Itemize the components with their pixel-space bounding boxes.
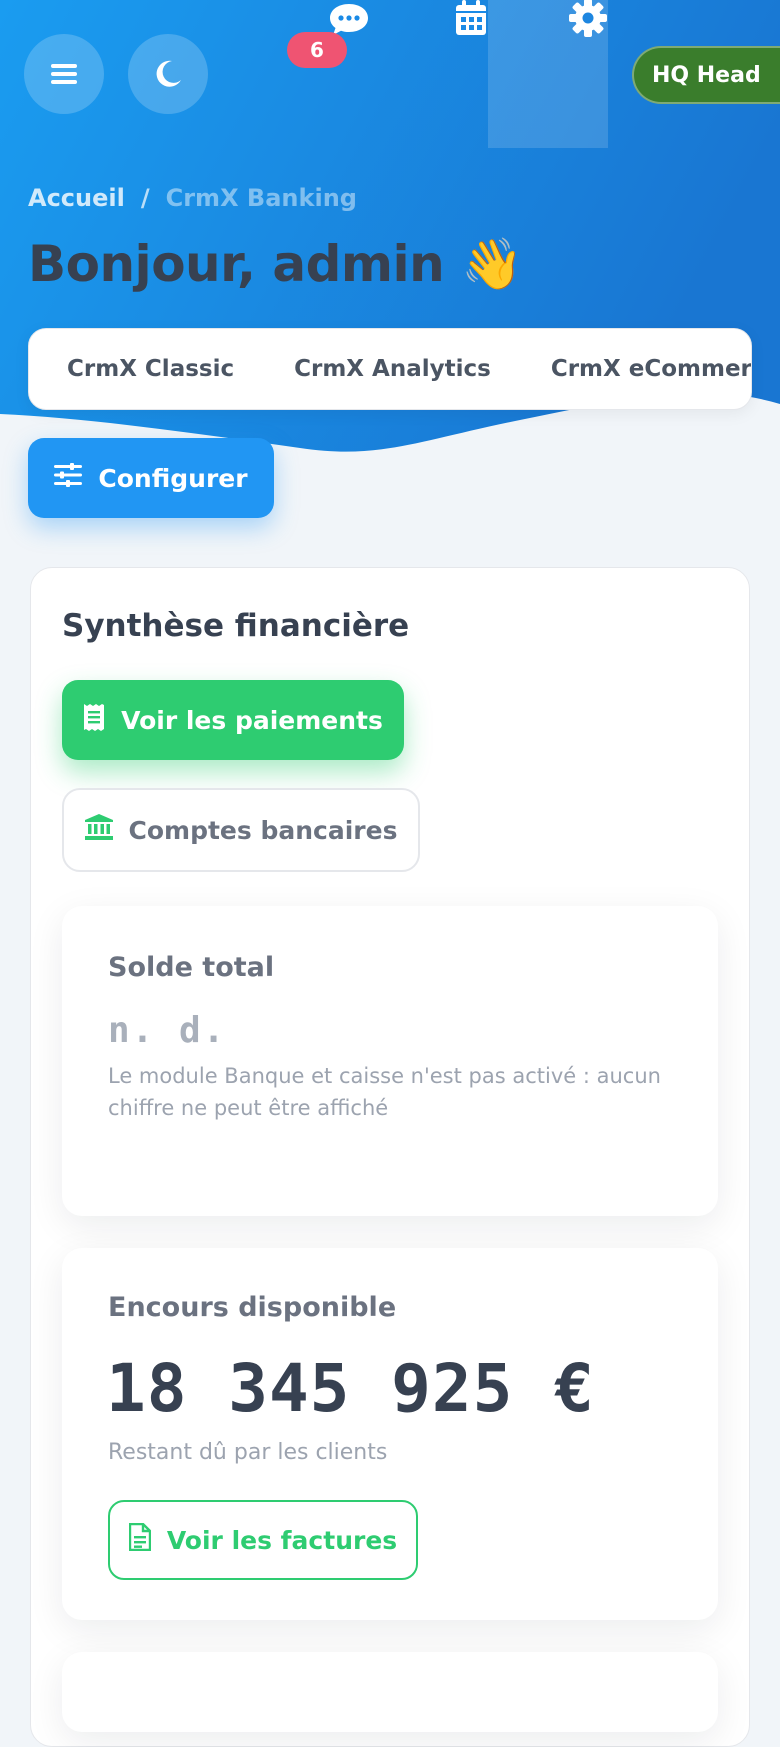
configure-label: Configurer: [98, 463, 248, 493]
total-balance-note: Le module Banque et caisse n'est pas act…: [108, 1064, 661, 1120]
view-invoices-label: Voir les factures: [166, 1525, 398, 1555]
breadcrumb-separator: /: [140, 184, 150, 212]
outstanding-value: 18 345 925 €: [106, 1350, 595, 1427]
receipt-icon: [83, 703, 105, 737]
tab-crmx-ecommerce[interactable]: CrmX eCommerce: [551, 356, 751, 382]
total-balance-value: n. d.: [108, 1010, 227, 1051]
tab-crmx-classic[interactable]: CrmX Classic: [67, 356, 234, 382]
total-balance-card: Solde total n. d. Le module Banque et ca…: [62, 906, 718, 1216]
gear-icon: [568, 0, 608, 42]
bank-accounts-button[interactable]: Comptes bancaires: [62, 788, 420, 872]
outstanding-subtitle: Restant dû par les clients: [108, 1440, 388, 1465]
section-title: Synthèse financière: [62, 608, 410, 644]
top-bar: 6 HQ Head: [0, 0, 780, 150]
view-payments-button[interactable]: Voir les paiements: [62, 680, 404, 760]
notification-badge[interactable]: 6: [287, 32, 347, 68]
dashboard-tabs: CrmX Classic CrmX Analytics CrmX eCommer…: [28, 328, 752, 410]
settings-button[interactable]: [568, 0, 608, 40]
outstanding-label: Encours disponible: [108, 1292, 397, 1323]
calendar-button[interactable]: [452, 0, 490, 40]
sliders-icon: [54, 463, 83, 493]
total-balance-label: Solde total: [108, 952, 275, 983]
entity-selector[interactable]: HQ Head: [632, 46, 780, 104]
page-title: Bonjour, admin 👋: [28, 235, 523, 293]
view-invoices-button[interactable]: Voir les factures: [108, 1500, 418, 1580]
moon-icon: [153, 59, 183, 89]
invoice-icon: [128, 1522, 152, 1557]
bank-accounts-label: Comptes bancaires: [128, 815, 398, 845]
menu-button[interactable]: [24, 34, 104, 114]
theme-toggle-button[interactable]: [128, 34, 208, 114]
configure-button[interactable]: Configurer: [28, 438, 274, 518]
hamburger-icon: [51, 63, 77, 85]
breadcrumb-home[interactable]: Accueil: [28, 184, 125, 212]
outstanding-card: Encours disponible 18 345 925 € Restant …: [62, 1248, 718, 1620]
tab-crmx-analytics[interactable]: CrmX Analytics: [294, 356, 491, 382]
calendar-icon: [454, 0, 488, 41]
breadcrumb: Accueil / CrmX Banking: [28, 184, 357, 212]
breadcrumb-current: CrmX Banking: [165, 184, 357, 212]
bank-icon: [84, 814, 113, 846]
view-payments-label: Voir les paiements: [121, 705, 383, 735]
next-stat-card: [62, 1652, 718, 1732]
